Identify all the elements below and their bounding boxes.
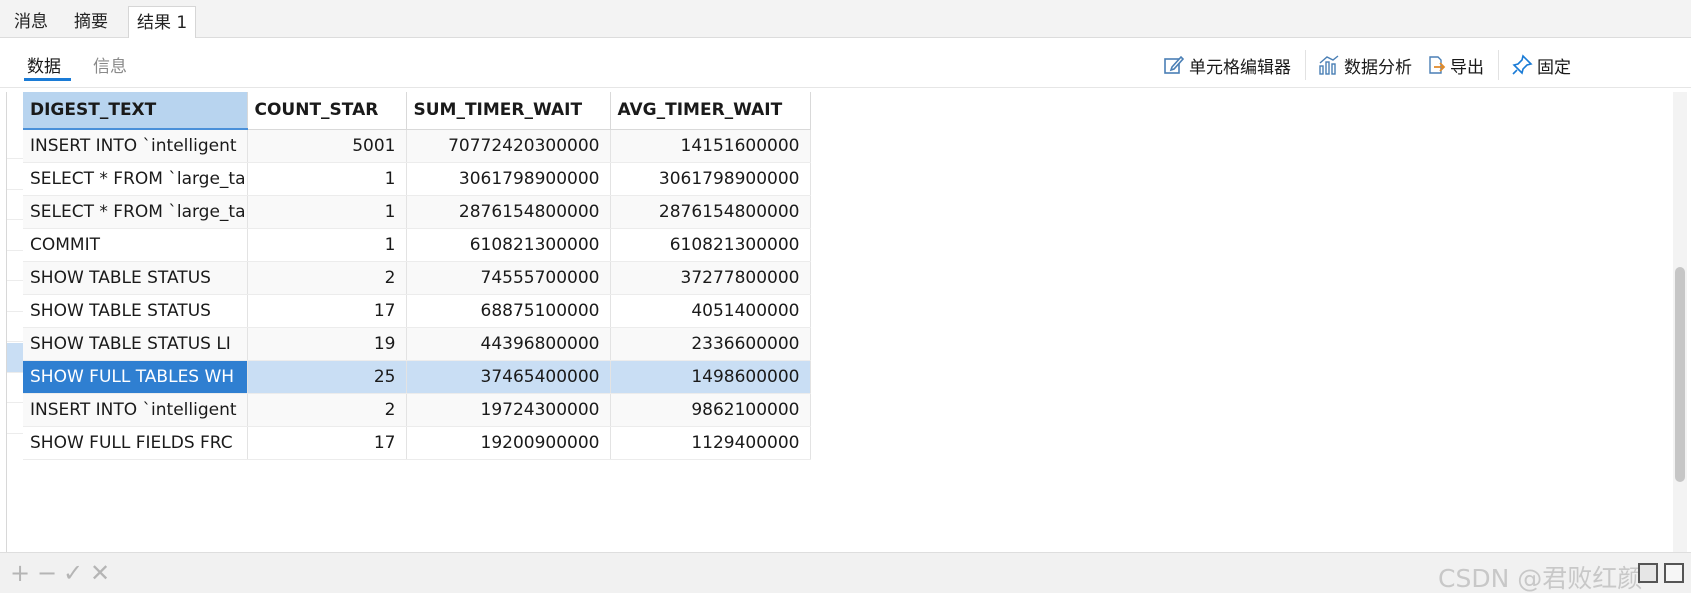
row-marker[interactable]: [7, 251, 23, 281]
cell-digest-text[interactable]: SHOW TABLE STATUS: [23, 261, 248, 295]
chart-icon: [1319, 55, 1339, 75]
active-subtab-indicator: [24, 78, 71, 81]
data-analysis-label: 数据分析: [1344, 57, 1412, 78]
table-header-row: DIGEST_TEXT COUNT_STAR SUM_TIMER_WAIT AV…: [23, 92, 811, 130]
edit-icon: [1164, 55, 1185, 74]
delete-record-button[interactable]: −: [37, 561, 57, 585]
discard-changes-button[interactable]: ✕: [90, 561, 110, 585]
cell-avg-timer-wait[interactable]: 2336600000: [610, 327, 811, 361]
row-marker[interactable]: [7, 404, 23, 434]
tab-result-1[interactable]: 结果 1: [128, 6, 197, 39]
table-row[interactable]: SHOW TABLE STATUS 2 74555700000 37277800000: [23, 261, 811, 295]
export-icon: [1429, 56, 1446, 74]
cell-sum-timer-wait[interactable]: 3061798900000: [406, 162, 611, 196]
cell-digest-text[interactable]: COMMIT: [23, 228, 248, 262]
cell-avg-timer-wait[interactable]: 2876154800000: [610, 195, 811, 229]
row-marker[interactable]: [7, 373, 23, 403]
export-label: 导出: [1450, 57, 1484, 78]
add-record-button[interactable]: +: [10, 561, 30, 585]
column-header-sum-timer-wait[interactable]: SUM_TIMER_WAIT: [406, 92, 611, 130]
data-analysis-button[interactable]: 数据分析: [1318, 52, 1412, 78]
cell-digest-text[interactable]: SHOW TABLE STATUS LI: [23, 327, 248, 361]
cell-count-star[interactable]: 5001: [247, 129, 407, 163]
cell-digest-text[interactable]: SELECT * FROM `large_ta: [23, 162, 248, 196]
cell-editor-label: 单元格编辑器: [1189, 57, 1291, 78]
cell-avg-timer-wait[interactable]: 37277800000: [610, 261, 811, 295]
table-row[interactable]: SELECT * FROM `large_ta 1 2876154800000 287…: [23, 195, 811, 229]
cell-digest-text[interactable]: INSERT INTO `intelligent: [23, 129, 248, 163]
cell-avg-timer-wait[interactable]: 9862100000: [610, 393, 811, 427]
table-row[interactable]: SHOW FULL FIELDS FRC 17 19200900000 1129400…: [23, 426, 811, 460]
cell-digest-text[interactable]: INSERT INTO `intelligent: [23, 393, 248, 427]
table-row[interactable]: SHOW FULL TABLES WH 25 37465400000 14986000…: [23, 360, 811, 394]
cell-count-star[interactable]: 17: [247, 294, 407, 328]
table-row[interactable]: INSERT INTO `intelligent 5001 707724203000…: [23, 129, 811, 163]
cell-editor-button[interactable]: 单元格编辑器: [1163, 52, 1291, 78]
tab-messages[interactable]: 消息: [6, 6, 56, 38]
cell-sum-timer-wait[interactable]: 68875100000: [406, 294, 611, 328]
vertical-scrollbar[interactable]: [1673, 92, 1687, 552]
cell-digest-text[interactable]: SHOW FULL TABLES WH: [23, 360, 248, 394]
grid-bottom-bar: + − ✓ ✕ CSDN @君败红颜: [0, 552, 1691, 593]
result-toolbar: 数据 信息 单元格编辑器 数据分析 导出 固定: [0, 38, 1691, 88]
cell-count-star[interactable]: 25: [247, 360, 407, 394]
cell-count-star[interactable]: 2: [247, 261, 407, 295]
subtab-data[interactable]: 数据: [27, 52, 61, 77]
cell-count-star[interactable]: 1: [247, 162, 407, 196]
scrollbar-thumb[interactable]: [1675, 267, 1685, 482]
watermark: CSDN @君败红颜: [1438, 564, 1643, 593]
cell-count-star[interactable]: 1: [247, 228, 407, 262]
form-view-icon[interactable]: [1664, 563, 1684, 583]
cell-count-star[interactable]: 17: [247, 426, 407, 460]
toolbar-divider: [1498, 50, 1499, 80]
result-grid[interactable]: DIGEST_TEXT COUNT_STAR SUM_TIMER_WAIT AV…: [6, 92, 1686, 552]
row-marker[interactable]: [7, 221, 23, 251]
row-marker[interactable]: [7, 129, 23, 159]
cell-avg-timer-wait[interactable]: 1498600000: [610, 360, 811, 394]
cell-count-star[interactable]: 1: [247, 195, 407, 229]
row-marker[interactable]: [7, 342, 23, 373]
cell-sum-timer-wait[interactable]: 2876154800000: [406, 195, 611, 229]
cell-sum-timer-wait[interactable]: 44396800000: [406, 327, 611, 361]
cell-digest-text[interactable]: SHOW TABLE STATUS: [23, 294, 248, 328]
cell-digest-text[interactable]: SELECT * FROM `large_ta: [23, 195, 248, 229]
cell-count-star[interactable]: 2: [247, 393, 407, 427]
column-header-count-star[interactable]: COUNT_STAR: [247, 92, 407, 130]
cell-sum-timer-wait[interactable]: 19200900000: [406, 426, 611, 460]
cell-avg-timer-wait[interactable]: 1129400000: [610, 426, 811, 460]
cell-sum-timer-wait[interactable]: 19724300000: [406, 393, 611, 427]
subtab-info[interactable]: 信息: [93, 52, 127, 77]
cell-avg-timer-wait[interactable]: 610821300000: [610, 228, 811, 262]
cell-sum-timer-wait[interactable]: 70772420300000: [406, 129, 611, 163]
table-row[interactable]: SELECT * FROM `large_ta 1 3061798900000 306…: [23, 162, 811, 196]
row-marker[interactable]: [7, 160, 23, 190]
row-marker[interactable]: [7, 282, 23, 312]
table-row[interactable]: SHOW TABLE STATUS LI 19 44396800000 2336600…: [23, 327, 811, 361]
tab-summary[interactable]: 摘要: [66, 6, 116, 38]
export-button[interactable]: 导出: [1424, 52, 1484, 78]
row-marker[interactable]: [7, 312, 23, 342]
table-row[interactable]: INSERT INTO `intelligent 2 19724300000 9862…: [23, 393, 811, 427]
pin-label: 固定: [1537, 57, 1571, 78]
cell-avg-timer-wait[interactable]: 14151600000: [610, 129, 811, 163]
cell-digest-text[interactable]: SHOW FULL FIELDS FRC: [23, 426, 248, 460]
grid-view-icon[interactable]: [1638, 563, 1658, 583]
toolbar-divider: [1305, 50, 1306, 80]
pin-button[interactable]: 固定: [1511, 52, 1571, 78]
apply-changes-button[interactable]: ✓: [63, 561, 83, 585]
pin-icon: [1512, 54, 1533, 75]
table-row[interactable]: SHOW TABLE STATUS 17 68875100000 4051400000: [23, 294, 811, 328]
cell-sum-timer-wait[interactable]: 610821300000: [406, 228, 611, 262]
column-header-digest-text[interactable]: DIGEST_TEXT: [23, 92, 248, 130]
cell-count-star[interactable]: 19: [247, 327, 407, 361]
cell-avg-timer-wait[interactable]: 4051400000: [610, 294, 811, 328]
cell-avg-timer-wait[interactable]: 3061798900000: [610, 162, 811, 196]
result-table: DIGEST_TEXT COUNT_STAR SUM_TIMER_WAIT AV…: [23, 92, 811, 460]
table-row[interactable]: COMMIT 1 610821300000 610821300000: [23, 228, 811, 262]
cell-sum-timer-wait[interactable]: 74555700000: [406, 261, 611, 295]
column-header-avg-timer-wait[interactable]: AVG_TIMER_WAIT: [610, 92, 811, 130]
cell-sum-timer-wait[interactable]: 37465400000: [406, 360, 611, 394]
result-tabs-bar: 消息 摘要 结果 1: [0, 0, 1691, 39]
row-marker[interactable]: [7, 190, 23, 220]
